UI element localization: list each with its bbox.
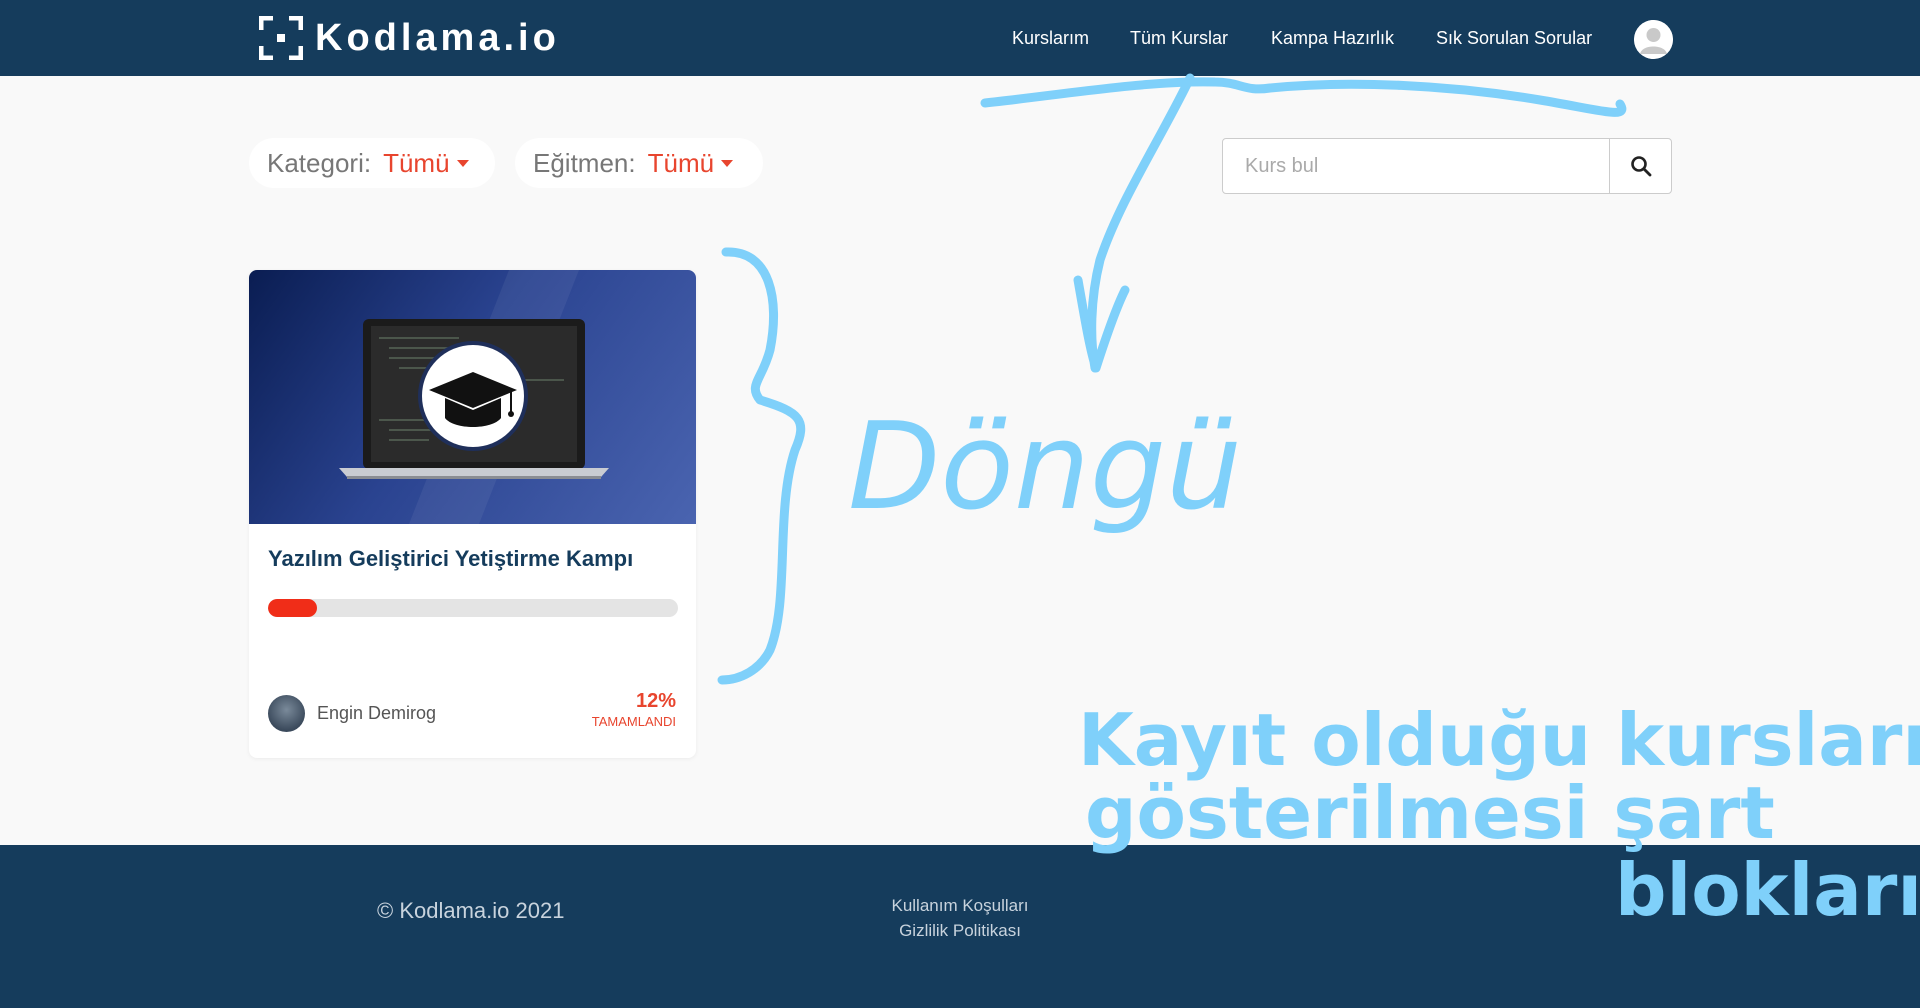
footer-link-terms[interactable]: Kullanım Koşulları bbox=[820, 893, 1100, 918]
completion-status: 12% TAMAMLANDI bbox=[592, 690, 676, 729]
nav-item-camp-prep[interactable]: Kampa Hazırlık bbox=[1271, 28, 1394, 49]
course-thumbnail bbox=[249, 270, 696, 524]
category-filter-value: Tümü bbox=[383, 147, 450, 178]
nav-item-my-courses[interactable]: Kurslarım bbox=[1012, 28, 1089, 49]
course-progress-bar bbox=[268, 599, 678, 617]
top-navbar: Kodlama.io Kurslarım Tüm Kurslar Kampa H… bbox=[0, 0, 1920, 76]
footer-link-privacy[interactable]: Gizlilik Politikası bbox=[820, 918, 1100, 943]
search-icon bbox=[1630, 156, 1651, 177]
course-progress-fill bbox=[268, 599, 318, 617]
footer-links: Kullanım Koşulları Gizlilik Politikası bbox=[820, 893, 1100, 943]
logo-text: Kodlama.io bbox=[315, 16, 560, 59]
instructor-filter-label: Eğitmen: bbox=[533, 147, 636, 178]
author-name: Engin Demirog bbox=[317, 703, 437, 723]
logo[interactable]: Kodlama.io bbox=[258, 15, 560, 61]
nav-item-faq[interactable]: Sık Sorulan Sorular bbox=[1436, 28, 1592, 49]
instructor-filter-value: Tümü bbox=[647, 147, 715, 178]
completion-label: TAMAMLANDI bbox=[591, 714, 676, 729]
nav-item-all-courses[interactable]: Tüm Kurslar bbox=[1130, 28, 1228, 49]
course-title: Yazılım Geliştirici Yetiştirme Kampı bbox=[268, 546, 634, 571]
search-button[interactable] bbox=[1609, 139, 1671, 193]
caret-down-icon bbox=[456, 159, 469, 167]
logo-mark-icon bbox=[258, 15, 304, 61]
annotation-brace-stroke bbox=[717, 247, 806, 685]
category-filter[interactable]: Kategori: Tümü bbox=[249, 138, 495, 188]
annotation-loop-label: Döngü bbox=[848, 398, 1242, 537]
footer-copyright: © Kodlama.io 2021 bbox=[377, 898, 565, 923]
footer: © Kodlama.io 2021 Kullanım Koşulları Giz… bbox=[0, 845, 1920, 1008]
course-author: Engin Demirog bbox=[268, 695, 436, 732]
author-avatar bbox=[268, 695, 305, 732]
completion-percent: 12% bbox=[635, 690, 676, 712]
annotation-underline-stroke bbox=[980, 77, 1627, 117]
caret-down-icon bbox=[721, 159, 734, 167]
search-input[interactable] bbox=[1223, 139, 1609, 193]
course-card[interactable]: Yazılım Geliştirici Yetiştirme Kampı Eng… bbox=[249, 270, 696, 758]
annotation-note-line1: Kayıt olduğu kursların bbox=[1078, 698, 1920, 782]
instructor-filter[interactable]: Eğitmen: Tümü bbox=[515, 138, 763, 188]
course-search bbox=[1222, 138, 1672, 194]
user-avatar-icon[interactable] bbox=[1634, 20, 1673, 59]
category-filter-label: Kategori: bbox=[267, 147, 372, 178]
annotation-arrow-stroke bbox=[1073, 73, 1195, 373]
annotation-note-line2: gösterilmesi şart bbox=[1085, 771, 1775, 855]
